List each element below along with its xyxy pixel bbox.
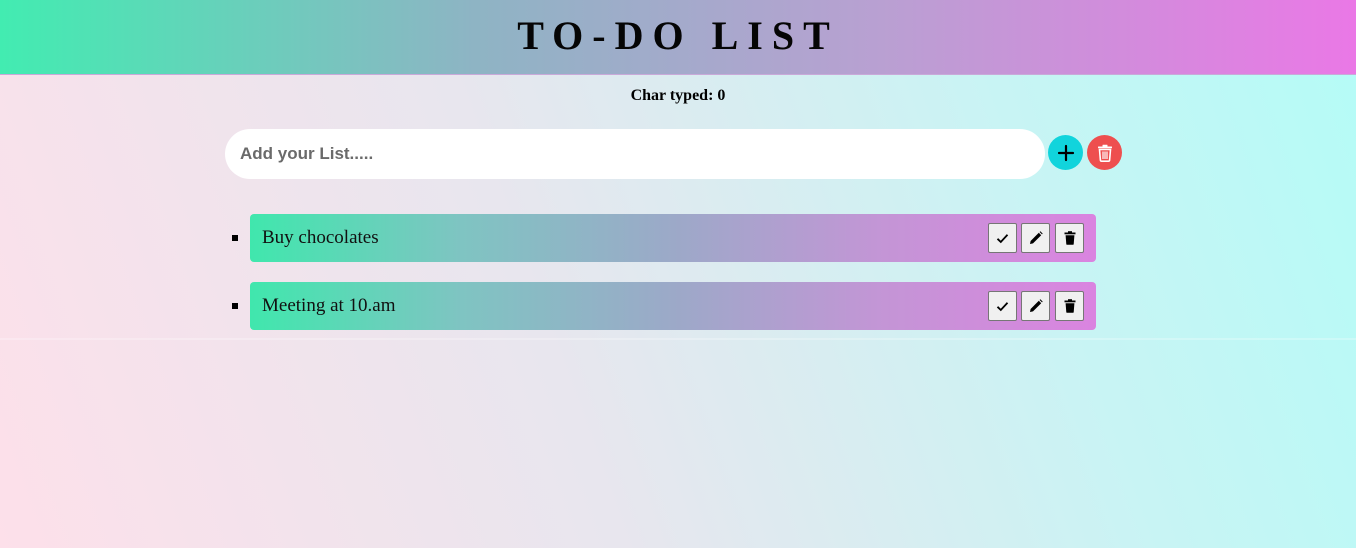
app-title: TO-DO LIST — [517, 13, 839, 58]
bullet — [232, 303, 238, 309]
char-counter: Char typed: 0 — [630, 87, 726, 104]
trash-icon — [1097, 144, 1112, 162]
todo-item: Meeting at 10.am — [0, 282, 1356, 330]
todo-card: Buy chocolates — [250, 214, 1096, 262]
clear-all-button[interactable] — [1087, 135, 1122, 170]
delete-button[interactable] — [1055, 291, 1084, 321]
todo-text: Buy chocolates — [262, 227, 379, 248]
edit-button[interactable] — [1021, 223, 1050, 253]
check-icon — [996, 301, 1009, 311]
todo-text: Meeting at 10.am — [262, 295, 396, 316]
trash-icon — [1064, 299, 1075, 313]
check-icon — [996, 233, 1009, 243]
plus-icon — [1057, 144, 1074, 161]
complete-button[interactable] — [988, 223, 1017, 253]
add-button[interactable] — [1048, 135, 1083, 170]
pencil-icon — [1029, 299, 1043, 312]
pencil-icon — [1029, 231, 1043, 244]
todo-item: Buy chocolates — [0, 214, 1356, 262]
todo-card: Meeting at 10.am — [250, 282, 1096, 330]
todo-input[interactable] — [225, 129, 1045, 179]
bullet — [232, 235, 238, 241]
edit-button[interactable] — [1021, 291, 1050, 321]
app-header: TO-DO LIST — [0, 0, 1356, 75]
trash-icon — [1064, 231, 1075, 245]
delete-button[interactable] — [1055, 223, 1084, 253]
todo-list: Buy chocolates Meeting at 10.am — [0, 214, 1356, 350]
complete-button[interactable] — [988, 291, 1017, 321]
list-area-edge — [0, 338, 1356, 340]
